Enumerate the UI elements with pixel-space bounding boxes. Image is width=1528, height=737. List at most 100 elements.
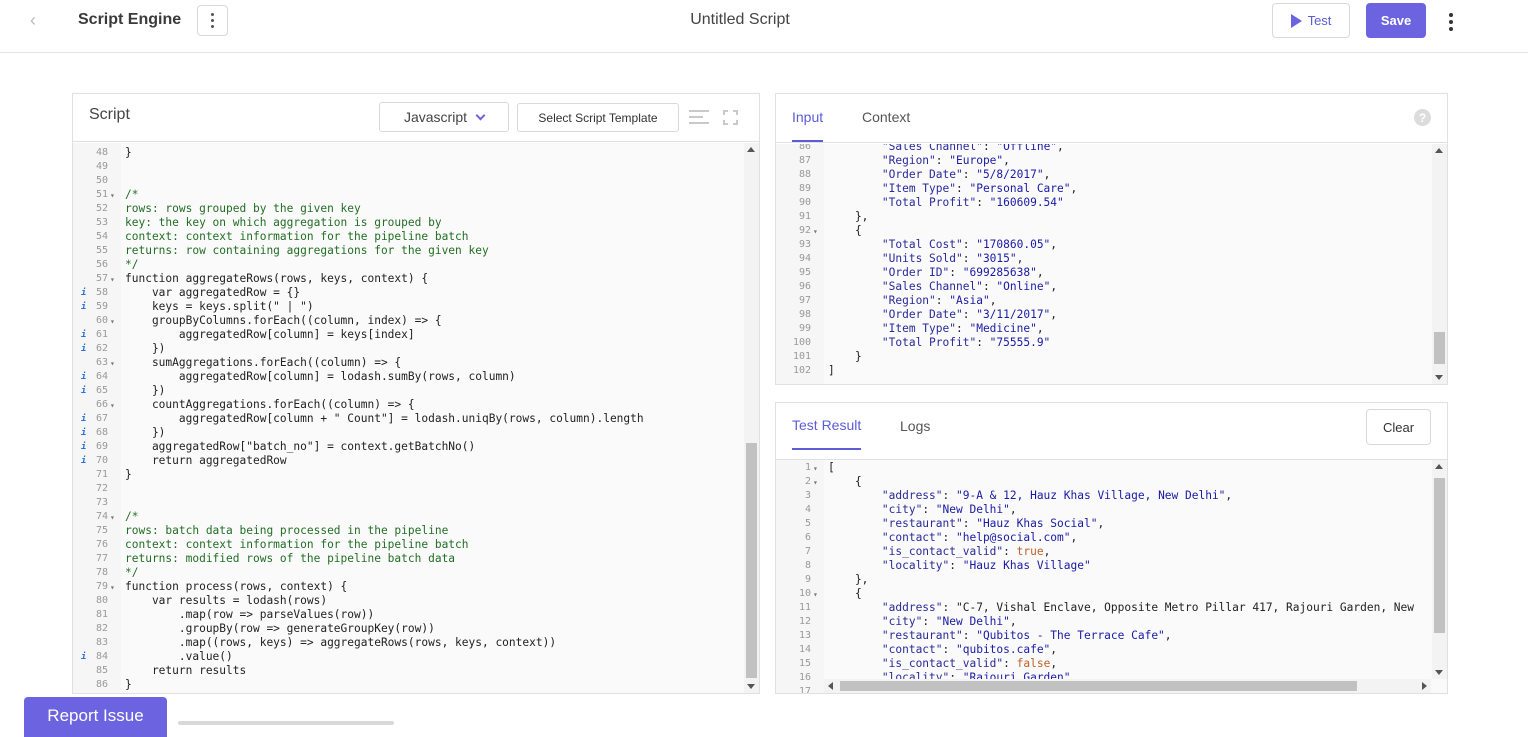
code-line[interactable]: 80 var results = lodash(rows): [73, 594, 743, 608]
code-line[interactable]: 85 return results: [73, 664, 743, 678]
result-scrollbar[interactable]: [1432, 460, 1447, 679]
code-line[interactable]: 95 "Order ID": "699285638",: [776, 266, 1431, 280]
code-line[interactable]: 53 key: the key on which aggregation is g…: [73, 216, 743, 230]
fold-toggle-icon[interactable]: ▾: [813, 476, 818, 490]
code-line[interactable]: 100 "Total Profit": "75555.9": [776, 336, 1431, 350]
code-line[interactable]: 52 rows: rows grouped by the given key: [73, 202, 743, 216]
code-line[interactable]: 59 i keys = keys.split(" | "): [73, 300, 743, 314]
code-line[interactable]: 102]: [776, 364, 1431, 378]
code-line[interactable]: 74 ▾ /*: [73, 510, 743, 524]
result-json-lines[interactable]: 1 ▾[2 ▾ {3 "address": "9-A & 12, Hauz Khas…: [776, 461, 1431, 693]
code-line[interactable]: 7 "is_contact_valid": true,: [776, 545, 1431, 559]
info-icon[interactable]: i: [81, 328, 86, 342]
fold-toggle-icon[interactable]: ▾: [813, 462, 818, 476]
code-line[interactable]: 3 "address": "9-A & 12, Hauz Khas Villag…: [776, 489, 1431, 503]
code-line[interactable]: 98 "Order Date": "3/11/2017",: [776, 308, 1431, 322]
code-line[interactable]: 57 ▾ function aggregateRows(rows, keys, co…: [73, 272, 743, 286]
info-icon[interactable]: i: [81, 454, 86, 468]
info-icon[interactable]: i: [81, 300, 86, 314]
code-line[interactable]: 12 "city": "New Delhi",: [776, 615, 1431, 629]
code-line[interactable]: 86}: [73, 678, 743, 692]
code-line[interactable]: 13 "restaurant": "Qubitos - The Terrace …: [776, 629, 1431, 643]
input-json-editor[interactable]: 86 "Sales Channel": "Offline", 87 "Region…: [776, 144, 1447, 384]
tab-logs[interactable]: Logs: [900, 418, 930, 434]
code-lines[interactable]: 48} 49 50 51 ▾/* 52 rows: rows grouped by the …: [73, 146, 743, 692]
code-line[interactable]: 73: [73, 496, 743, 510]
code-line[interactable]: 77 returns: modified rows of the pipeline…: [73, 552, 743, 566]
code-line[interactable]: 68 i }): [73, 426, 743, 440]
code-line[interactable]: 97 "Region": "Asia",: [776, 294, 1431, 308]
clear-button[interactable]: Clear: [1366, 409, 1431, 445]
save-button[interactable]: Save: [1366, 3, 1426, 38]
code-line[interactable]: 55 returns: row containing aggregations f…: [73, 244, 743, 258]
code-line[interactable]: 48}: [73, 146, 743, 160]
info-icon[interactable]: i: [81, 370, 86, 384]
result-horizontal-scrollbar[interactable]: [824, 679, 1431, 693]
code-line[interactable]: 67 i aggregatedRow[column + " Count"] = l…: [73, 412, 743, 426]
scroll-down-icon[interactable]: [1435, 375, 1443, 380]
code-line[interactable]: 14 "contact": "qubitos.cafe",: [776, 643, 1431, 657]
code-line[interactable]: 6 "contact": "help@social.com",: [776, 531, 1431, 545]
info-icon[interactable]: i: [81, 286, 86, 300]
code-line[interactable]: 4 "city": "New Delhi",: [776, 503, 1431, 517]
code-line[interactable]: 66 ▾ countAggregations.forEach((column) =…: [73, 398, 743, 412]
scroll-down-icon[interactable]: [1435, 670, 1443, 675]
code-line[interactable]: 65 i }): [73, 384, 743, 398]
code-line[interactable]: 72: [73, 482, 743, 496]
editor-scrollbar[interactable]: [744, 143, 759, 693]
code-line[interactable]: 96 "Sales Channel": "Online",: [776, 280, 1431, 294]
code-line[interactable]: 83 .map((rows, keys) => aggregateRows(ro…: [73, 636, 743, 650]
script-editor[interactable]: 48} 49 50 51 ▾/* 52 rows: rows grouped by the …: [73, 143, 759, 693]
code-line[interactable]: 89 "Item Type": "Personal Care",: [776, 182, 1431, 196]
code-line[interactable]: 51 ▾ /*: [73, 188, 743, 202]
code-line[interactable]: 5 "restaurant": "Hauz Khas Social",: [776, 517, 1431, 531]
script-name[interactable]: Untitled Script: [640, 11, 840, 29]
code-line[interactable]: 60 ▾ groupByColumns.forEach((column, inde…: [73, 314, 743, 328]
code-line[interactable]: 54 context: context information for the p…: [73, 230, 743, 244]
result-json-viewer[interactable]: 1 ▾[2 ▾ {3 "address": "9-A & 12, Hauz Khas…: [776, 460, 1447, 693]
code-line[interactable]: 101 }: [776, 350, 1431, 364]
scroll-up-icon[interactable]: [1435, 464, 1443, 469]
code-line[interactable]: 99 "Item Type": "Medicine",: [776, 322, 1431, 336]
info-icon[interactable]: i: [81, 440, 86, 454]
code-line[interactable]: 2 ▾ {: [776, 475, 1431, 489]
test-button[interactable]: Test: [1272, 3, 1350, 38]
code-line[interactable]: 84 i .value(): [73, 650, 743, 664]
scrollbar-thumb[interactable]: [1434, 478, 1445, 633]
select-template-button[interactable]: Select Script Template: [517, 103, 679, 132]
fullscreen-icon[interactable]: [723, 110, 738, 125]
input-scrollbar[interactable]: [1432, 144, 1447, 384]
code-line[interactable]: 11 "address": "C-7, Vishal Enclave, Oppo…: [776, 601, 1431, 615]
code-line[interactable]: 87 "Region": "Europe",: [776, 154, 1431, 168]
info-icon[interactable]: i: [81, 426, 86, 440]
input-json-lines[interactable]: 86 "Sales Channel": "Offline", 87 "Region…: [776, 144, 1431, 378]
code-line[interactable]: 49: [73, 160, 743, 174]
scroll-up-icon[interactable]: [1435, 148, 1443, 153]
code-line[interactable]: 79 ▾ function process(rows, context) {: [73, 580, 743, 594]
code-line[interactable]: 9 },: [776, 573, 1431, 587]
chevron-left-icon[interactable]: ‹: [30, 10, 36, 31]
code-line[interactable]: 94 "Units Sold": "3015",: [776, 252, 1431, 266]
fold-toggle-icon[interactable]: ▾: [110, 189, 115, 203]
more-options-icon[interactable]: [1449, 13, 1453, 31]
scroll-right-icon[interactable]: [1422, 682, 1427, 690]
scroll-left-icon[interactable]: [828, 682, 833, 690]
code-line[interactable]: 90 "Total Profit": "160609.54": [776, 196, 1431, 210]
code-line[interactable]: 8 "locality": "Hauz Khas Village": [776, 559, 1431, 573]
tab-test-result[interactable]: Test Result: [792, 417, 862, 450]
fold-toggle-icon[interactable]: ▾: [110, 273, 115, 287]
code-line[interactable]: 69 i aggregatedRow["batch_no"] = context.…: [73, 440, 743, 454]
page-scrollbar[interactable]: [178, 721, 394, 725]
code-line[interactable]: 64 i aggregatedRow[column] = lodash.sumBy…: [73, 370, 743, 384]
code-line[interactable]: 62 i }): [73, 342, 743, 356]
info-icon[interactable]: i: [81, 650, 86, 664]
app-menu-button[interactable]: [197, 5, 228, 36]
report-issue-button[interactable]: Report Issue: [24, 697, 167, 737]
tab-context[interactable]: Context: [862, 109, 910, 125]
code-line[interactable]: 61 i aggregatedRow[column] = keys[index]: [73, 328, 743, 342]
tab-input[interactable]: Input: [792, 109, 824, 142]
code-line[interactable]: 76 context: context information for the p…: [73, 538, 743, 552]
code-line[interactable]: 92 ▾ {: [776, 224, 1431, 238]
code-line[interactable]: 15 "is_contact_valid": false,: [776, 657, 1431, 671]
fold-toggle-icon[interactable]: ▾: [110, 399, 115, 413]
